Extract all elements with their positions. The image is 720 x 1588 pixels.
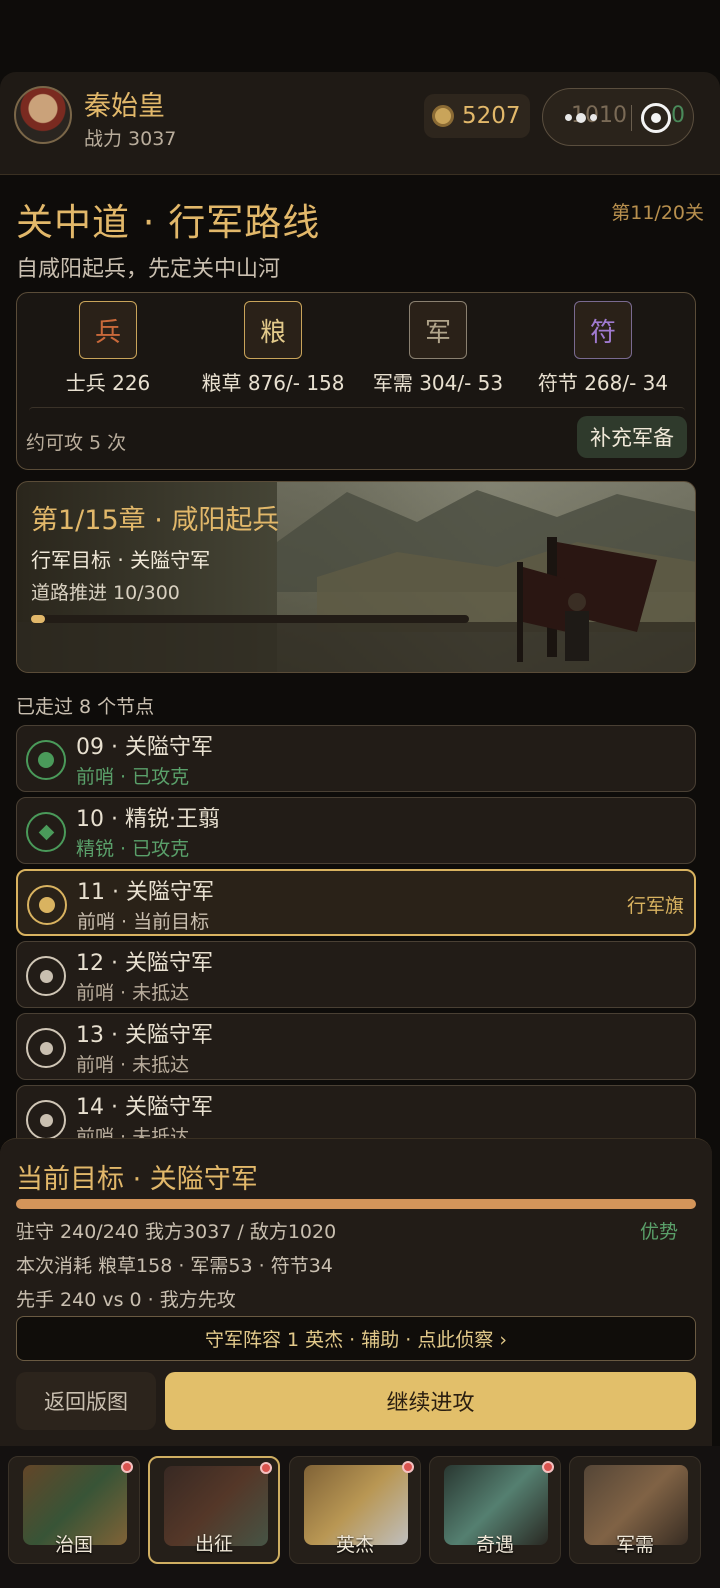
tab-label: 军需	[615, 1534, 654, 1556]
tab-campaign[interactable]: 出征	[148, 1456, 280, 1564]
route-node-current[interactable]: 11 · 关隘守军 前哨 · 当前目标 行军旗	[16, 869, 696, 936]
chapter-progress-bar	[31, 615, 469, 623]
node-title: 14 · 关隘守军	[76, 1095, 213, 1120]
resource-grain[interactable]: 粮 粮草 876/- 158	[193, 301, 353, 396]
resource-label: 粮草 876/- 158	[201, 371, 345, 395]
notification-dot	[121, 1461, 133, 1473]
resource-label: 符节 268/- 34	[537, 371, 669, 395]
node-elite-icon	[26, 812, 66, 852]
player-power: 战力 3037	[84, 128, 177, 150]
node-title: 12 · 关隘守军	[76, 951, 213, 976]
attacks-remaining: 约可攻 5 次	[26, 432, 127, 454]
resource-label: 士兵 226	[65, 371, 151, 395]
chapter-banner[interactable]: 第1/15章 · 咸阳起兵 行军目标 · 关隘守军 道路推进 10/300	[16, 481, 696, 673]
resource-soldier[interactable]: 兵 士兵 226	[28, 301, 188, 396]
coin-icon	[432, 105, 454, 127]
route-subtitle: 自咸阳起兵，先定关中山河	[16, 257, 281, 282]
chapter-title: 第1/15章 · 咸阳起兵	[31, 505, 280, 536]
more-menu-icon[interactable]	[565, 112, 597, 123]
node-locked-icon	[26, 956, 66, 996]
node-status: 前哨 · 未抵达	[76, 982, 190, 1004]
tab-supplies[interactable]: 军需	[569, 1456, 701, 1564]
notification-dot	[402, 1461, 414, 1473]
back-to-map-button[interactable]: 返回版图	[16, 1372, 156, 1430]
node-status: 前哨 · 未抵达	[76, 1054, 190, 1076]
chapter-progress-text: 道路推进 10/300	[31, 582, 180, 604]
capsule-divider	[631, 105, 632, 131]
march-flag-label: 行军旗	[626, 895, 684, 917]
chapter-goal: 行军目标 · 关隘守军	[31, 548, 211, 572]
coin-value: 5207	[462, 103, 521, 129]
tab-label: 奇遇	[475, 1534, 514, 1556]
tab-heroes[interactable]: 英杰	[289, 1456, 421, 1564]
player-header: 秦始皇 战力 3037 5207 1010 0	[0, 72, 720, 175]
tab-label: 出征	[194, 1533, 233, 1555]
node-title: 10 · 精锐·王翦	[76, 807, 220, 832]
node-status: 前哨 · 已攻克	[76, 766, 190, 788]
soldier-icon: 兵	[79, 301, 137, 359]
node-current-icon	[27, 885, 67, 925]
scout-button[interactable]: 守军阵容 1 英杰 · 辅助 · 点此侦察 ›	[16, 1316, 696, 1361]
node-status: 精锐 · 已攻克	[76, 838, 190, 860]
cost-line: 本次消耗 粮草158 · 军需53 · 符节34	[16, 1255, 333, 1277]
player-avatar[interactable]	[14, 86, 72, 144]
mini-program-capsule[interactable]: 1010 0	[542, 88, 694, 146]
close-target-icon[interactable]	[641, 103, 671, 133]
stage-counter: 第11/20关	[611, 202, 704, 224]
tab-label: 治国	[54, 1534, 93, 1556]
route-node[interactable]: 10 · 精锐·王翦 精锐 · 已攻克	[16, 797, 696, 864]
node-title: 09 · 关隘守军	[76, 735, 213, 760]
tab-govern[interactable]: 治国	[8, 1456, 140, 1564]
node-title: 13 · 关隘守军	[76, 1023, 213, 1048]
route-title: 关中道 · 行军路线	[16, 201, 321, 244]
refill-button[interactable]: 补充军备	[577, 416, 687, 458]
chapter-progress-fill	[31, 615, 46, 623]
continue-attack-button[interactable]: 继续进攻	[165, 1372, 696, 1430]
node-title: 11 · 关隘守军	[77, 880, 214, 905]
target-title: 当前目标 · 关隘守军	[16, 1164, 258, 1195]
garrison-bar	[16, 1199, 696, 1209]
garrison-line: 驻守 240/240 我方3037 / 敌方1020	[16, 1221, 337, 1243]
node-status: 前哨 · 当前目标	[77, 911, 210, 933]
resource-label: 军需 304/- 53	[372, 371, 504, 395]
walked-count: 已走过 8 个节点	[16, 696, 155, 718]
capsule-right-value: 0	[671, 103, 685, 128]
node-locked-icon	[26, 1100, 66, 1140]
grain-icon: 粮	[244, 301, 302, 359]
notification-dot	[260, 1462, 272, 1474]
route-node[interactable]: 13 · 关隘守军 前哨 · 未抵达	[16, 1013, 696, 1080]
node-cleared-icon	[26, 740, 66, 780]
advantage-badge: 优势	[640, 1221, 679, 1243]
resource-divider	[29, 407, 685, 415]
coin-counter[interactable]: 5207	[424, 94, 530, 138]
route-node[interactable]: 12 · 关隘守军 前哨 · 未抵达	[16, 941, 696, 1008]
tab-encounters[interactable]: 奇遇	[429, 1456, 561, 1564]
initiative-line: 先手 240 vs 0 · 我方先攻	[16, 1289, 236, 1311]
notification-dot	[542, 1461, 554, 1473]
bottom-tab-bar: 治国 出征 英杰 奇遇 军需	[0, 1446, 720, 1588]
tab-label: 英杰	[335, 1534, 374, 1556]
resource-supply[interactable]: 军 军需 304/- 53	[358, 301, 518, 396]
supply-icon: 军	[409, 301, 467, 359]
resource-tally[interactable]: 符 符节 268/- 34	[523, 301, 683, 396]
route-node[interactable]: 09 · 关隘守军 前哨 · 已攻克	[16, 725, 696, 792]
player-name: 秦始皇	[84, 91, 165, 122]
node-locked-icon	[26, 1028, 66, 1068]
tally-icon: 符	[574, 301, 632, 359]
